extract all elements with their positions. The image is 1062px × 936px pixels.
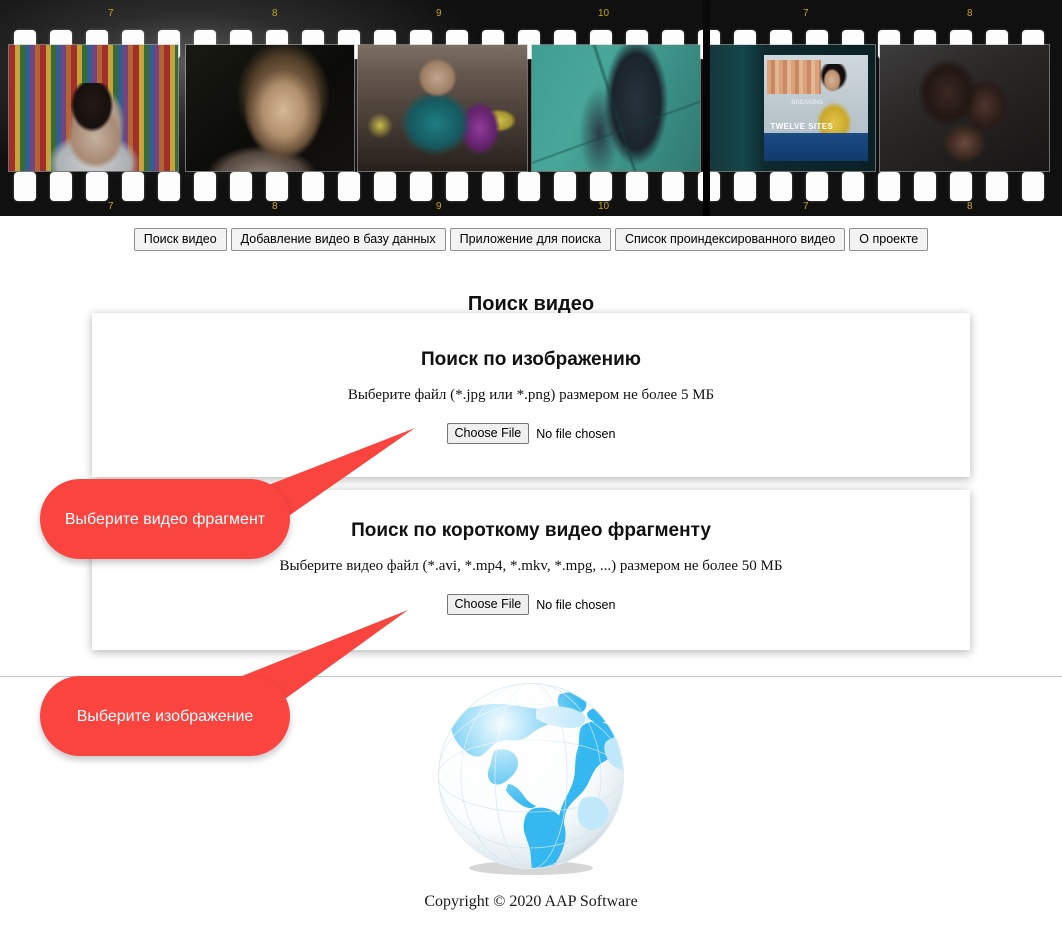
callout-video-text: Выберите видео фрагмент	[64, 510, 266, 528]
film-number-bottom-5: 7	[803, 201, 809, 212]
video-file-input[interactable]: Choose File No file chosen	[446, 594, 616, 615]
film-number-top-1: 7	[108, 8, 114, 19]
film-number-bottom-6: 8	[967, 201, 973, 212]
film-strip-banner: 7 8 9 10 7 8 7 8 9 10 7 8 BREAKING TWELV…	[0, 0, 1062, 216]
image-file-input[interactable]: Choose File No file chosen	[446, 423, 616, 444]
film-frames: BREAKING TWELVE SITES	[0, 44, 1062, 172]
film-frame-6	[879, 44, 1050, 172]
nav-item-add-video[interactable]: Добавление видео в базу данных	[230, 228, 446, 251]
film-number-bottom-3: 9	[436, 201, 442, 212]
tv-ticker-text: TWELVE SITES	[770, 122, 834, 132]
film-number-top-3: 9	[436, 8, 442, 19]
film-frame-1	[8, 44, 179, 172]
film-number-top-6: 8	[967, 8, 973, 19]
image-search-title: Поиск по изображению	[421, 349, 641, 370]
image-search-description: Выберите файл (*.jpg или *.png) размером…	[347, 387, 715, 403]
nav-item-indexed-list[interactable]: Список проиндексированного видео	[614, 228, 846, 251]
film-perforations-bottom	[0, 172, 1062, 202]
film-number-top-5: 7	[803, 8, 809, 19]
film-frame-2	[185, 44, 355, 172]
film-number-bottom-2: 8	[272, 201, 278, 212]
tv-breaking-label: BREAKING	[791, 99, 824, 106]
nav-item-search-app[interactable]: Приложение для поиска	[449, 228, 611, 251]
callout-image-bubble: Выберите изображение	[40, 676, 290, 756]
callout-image-text: Выберите изображение	[76, 707, 254, 725]
film-number-bottom-1: 7	[108, 201, 114, 212]
copyright-text: Copyright © 2020 AAP Software	[424, 893, 638, 910]
main-navigation: Поиск видео Добавление видео в базу данны…	[0, 228, 1062, 251]
film-strip-seam	[703, 0, 710, 216]
tv-screen: BREAKING TWELVE SITES	[764, 55, 869, 161]
nav-item-video-search[interactable]: Поиск видео	[133, 228, 227, 251]
film-frame-5: BREAKING TWELVE SITES	[706, 44, 876, 172]
globe-icon-svg	[438, 683, 624, 875]
film-frame-4	[531, 44, 701, 172]
film-number-top-4: 10	[598, 8, 610, 19]
globe-icon	[432, 680, 630, 878]
nav-item-about[interactable]: О проекте	[849, 228, 929, 251]
film-number-bottom-4: 10	[598, 201, 610, 212]
callout-video-bubble: Выберите видео фрагмент	[40, 479, 290, 559]
film-frame-3	[357, 44, 528, 172]
tv-lower-third	[764, 133, 869, 161]
video-file-status: No file chosen	[536, 597, 616, 612]
film-number-top-2: 8	[272, 8, 278, 19]
image-file-status: No file chosen	[536, 426, 616, 441]
